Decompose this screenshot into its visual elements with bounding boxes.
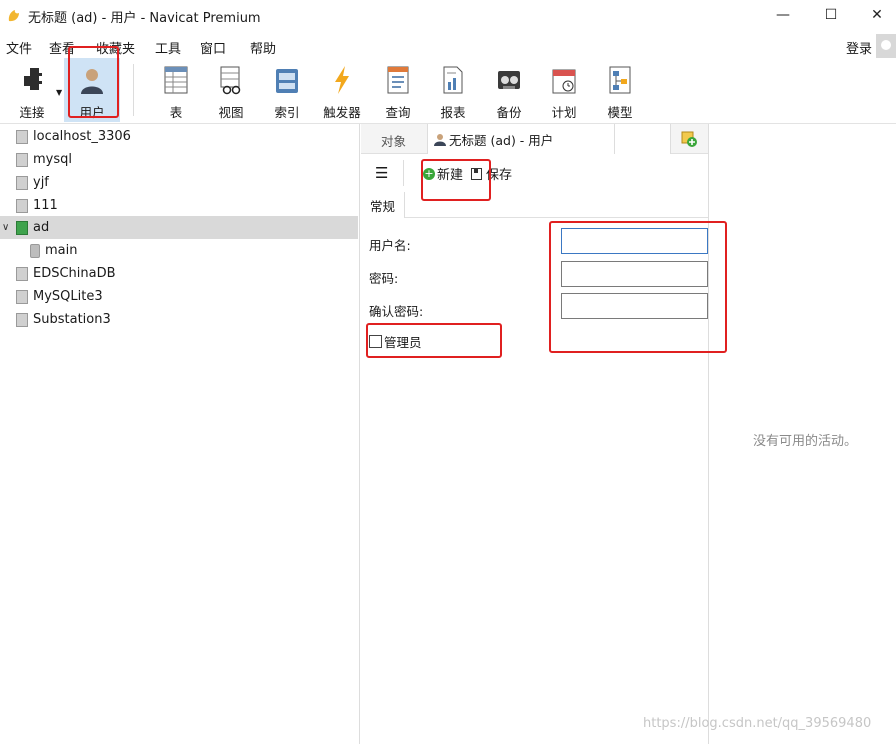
toolbar-report-button[interactable]: 报表: [425, 58, 481, 122]
backup-icon: [498, 71, 520, 89]
toolbar-label: 计划: [551, 105, 577, 120]
navicat-logo-icon: [8, 10, 19, 22]
toolbar-connection-button[interactable]: 连接: [4, 58, 60, 122]
annotation-user-button: [68, 46, 119, 118]
toolbar-label: 表: [169, 105, 183, 120]
tab-label: 无标题 (ad) - 用户: [449, 132, 554, 148]
sqlite-connection-icon: [16, 266, 28, 281]
tree-item-main[interactable]: main: [0, 239, 358, 262]
tree-item-label: yjf: [33, 175, 49, 190]
menu-bar: 文件 查看 收藏夹 工具 窗口 帮助: [0, 34, 896, 58]
connection-dropdown-icon[interactable]: ▼: [56, 88, 62, 97]
toolbar-query-button[interactable]: 查询: [370, 58, 426, 122]
query-icon: [387, 66, 409, 94]
confirm-password-label: 确认密码:: [369, 304, 424, 319]
editor-subtabs: 常规: [361, 192, 708, 218]
separator: [403, 160, 404, 186]
tree-item-label: 111: [33, 198, 58, 213]
view-icon: [220, 66, 241, 95]
menu-help[interactable]: 帮助: [250, 38, 276, 57]
connection-icon: [16, 152, 28, 167]
tree-item-substation3[interactable]: Substation3: [0, 308, 358, 331]
tree-item-yjf[interactable]: yjf: [0, 171, 358, 194]
tree-item-mysql[interactable]: mysql: [0, 148, 358, 171]
tree-item-label: localhost_3306: [33, 129, 131, 144]
tree-item-label: mysql: [33, 152, 72, 167]
toolbar-label: 查询: [385, 105, 411, 120]
close-button[interactable]: ✕: [854, 0, 896, 30]
menu-file[interactable]: 文件: [6, 38, 32, 57]
sqlite-connection-icon: [16, 220, 28, 235]
toolbar-label: 连接: [19, 105, 45, 120]
tab-objects[interactable]: 对象: [381, 131, 406, 150]
main-toolbar: 连接 ▼ 用户 表 视图 索引 触发器 查询 报表 备份 计划 模型: [0, 58, 896, 124]
tree-item-mysqlite3[interactable]: MySQLite3: [0, 285, 358, 308]
maximize-button[interactable]: ☐: [808, 0, 854, 30]
title-bar: 无标题 (ad) - 用户 - Navicat Premium — ☐ ✕: [0, 0, 896, 32]
tab-general[interactable]: 常规: [361, 192, 405, 218]
toolbar-label: 索引: [274, 105, 300, 120]
annotation-new-button: [421, 159, 491, 201]
toolbar-label: 模型: [607, 105, 633, 120]
tab-blank: [615, 124, 671, 154]
activity-panel: 没有可用的活动。: [708, 124, 896, 744]
minimize-button[interactable]: —: [760, 0, 806, 30]
annotation-input-fields: [549, 221, 727, 353]
watermark: https://blog.csdn.net/qq_39569480: [643, 716, 872, 731]
toolbar-schedule-button[interactable]: 计划: [536, 58, 592, 122]
menu-tools[interactable]: 工具: [155, 38, 181, 57]
connection-tree: localhost_3306 mysql yjf 111 ∨ ad main E…: [0, 124, 360, 744]
toolbar-backup-button[interactable]: 备份: [481, 58, 537, 122]
connection-icon: [24, 68, 42, 90]
schedule-icon: [552, 69, 576, 94]
toolbar-label: 视图: [218, 105, 244, 120]
username-label: 用户名:: [369, 238, 411, 253]
tree-item-label: Substation3: [33, 312, 111, 327]
menu-icon[interactable]: ☰: [375, 164, 388, 182]
toolbar-model-button[interactable]: 模型: [592, 58, 648, 122]
login-link[interactable]: 登录: [846, 38, 872, 57]
report-icon: [443, 66, 463, 94]
toolbar-index-button[interactable]: 索引: [259, 58, 315, 122]
tab-user-editor[interactable]: 无标题 (ad) - 用户: [427, 124, 615, 154]
tree-item-edschinadb[interactable]: EDSChinaDB: [0, 262, 358, 285]
toolbar-label: 备份: [496, 105, 522, 120]
chevron-down-icon[interactable]: ∨: [2, 222, 14, 233]
model-icon: [609, 66, 631, 94]
toolbar-view-button[interactable]: 视图: [203, 58, 259, 122]
connection-icon: [16, 175, 28, 190]
tree-item-label: EDSChinaDB: [33, 266, 116, 281]
toolbar-trigger-button[interactable]: 触发器: [314, 58, 370, 122]
database-icon: [30, 243, 40, 258]
connection-icon: [16, 129, 28, 144]
index-icon: [276, 69, 298, 93]
add-tab-icon[interactable]: [679, 129, 699, 149]
window-title: 无标题 (ad) - 用户 - Navicat Premium: [28, 10, 261, 26]
password-label: 密码:: [369, 271, 399, 286]
tree-item-label: ad: [33, 220, 50, 235]
no-activity-text: 没有可用的活动。: [753, 434, 858, 449]
toolbar-label: 触发器: [323, 105, 361, 120]
sqlite-connection-icon: [16, 198, 28, 213]
sqlite-connection-icon: [16, 312, 28, 327]
table-icon: [164, 66, 188, 94]
toolbar-label: 报表: [440, 105, 466, 120]
tree-item-label: main: [45, 243, 78, 258]
user-editor-panel: 对象 无标题 (ad) - 用户 ☰ + 新建 保存 常规 用户名: 密码: 确…: [361, 124, 708, 744]
user-icon: [434, 133, 446, 146]
trigger-icon: [335, 66, 349, 94]
sqlite-connection-icon: [16, 289, 28, 304]
tab-bar: 对象 无标题 (ad) - 用户: [361, 124, 708, 154]
toolbar-table-button[interactable]: 表: [148, 58, 204, 122]
tree-item-label: MySQLite3: [33, 289, 103, 304]
tree-item-ad[interactable]: ∨ ad: [0, 216, 358, 239]
menu-window[interactable]: 窗口: [200, 38, 226, 57]
tree-item-localhost[interactable]: localhost_3306: [0, 125, 358, 148]
toolbar-separator: [133, 64, 134, 116]
tree-item-111[interactable]: 111: [0, 194, 358, 217]
annotation-admin-checkbox: [366, 323, 502, 358]
editor-toolbar: ☰ + 新建 保存: [361, 154, 708, 192]
